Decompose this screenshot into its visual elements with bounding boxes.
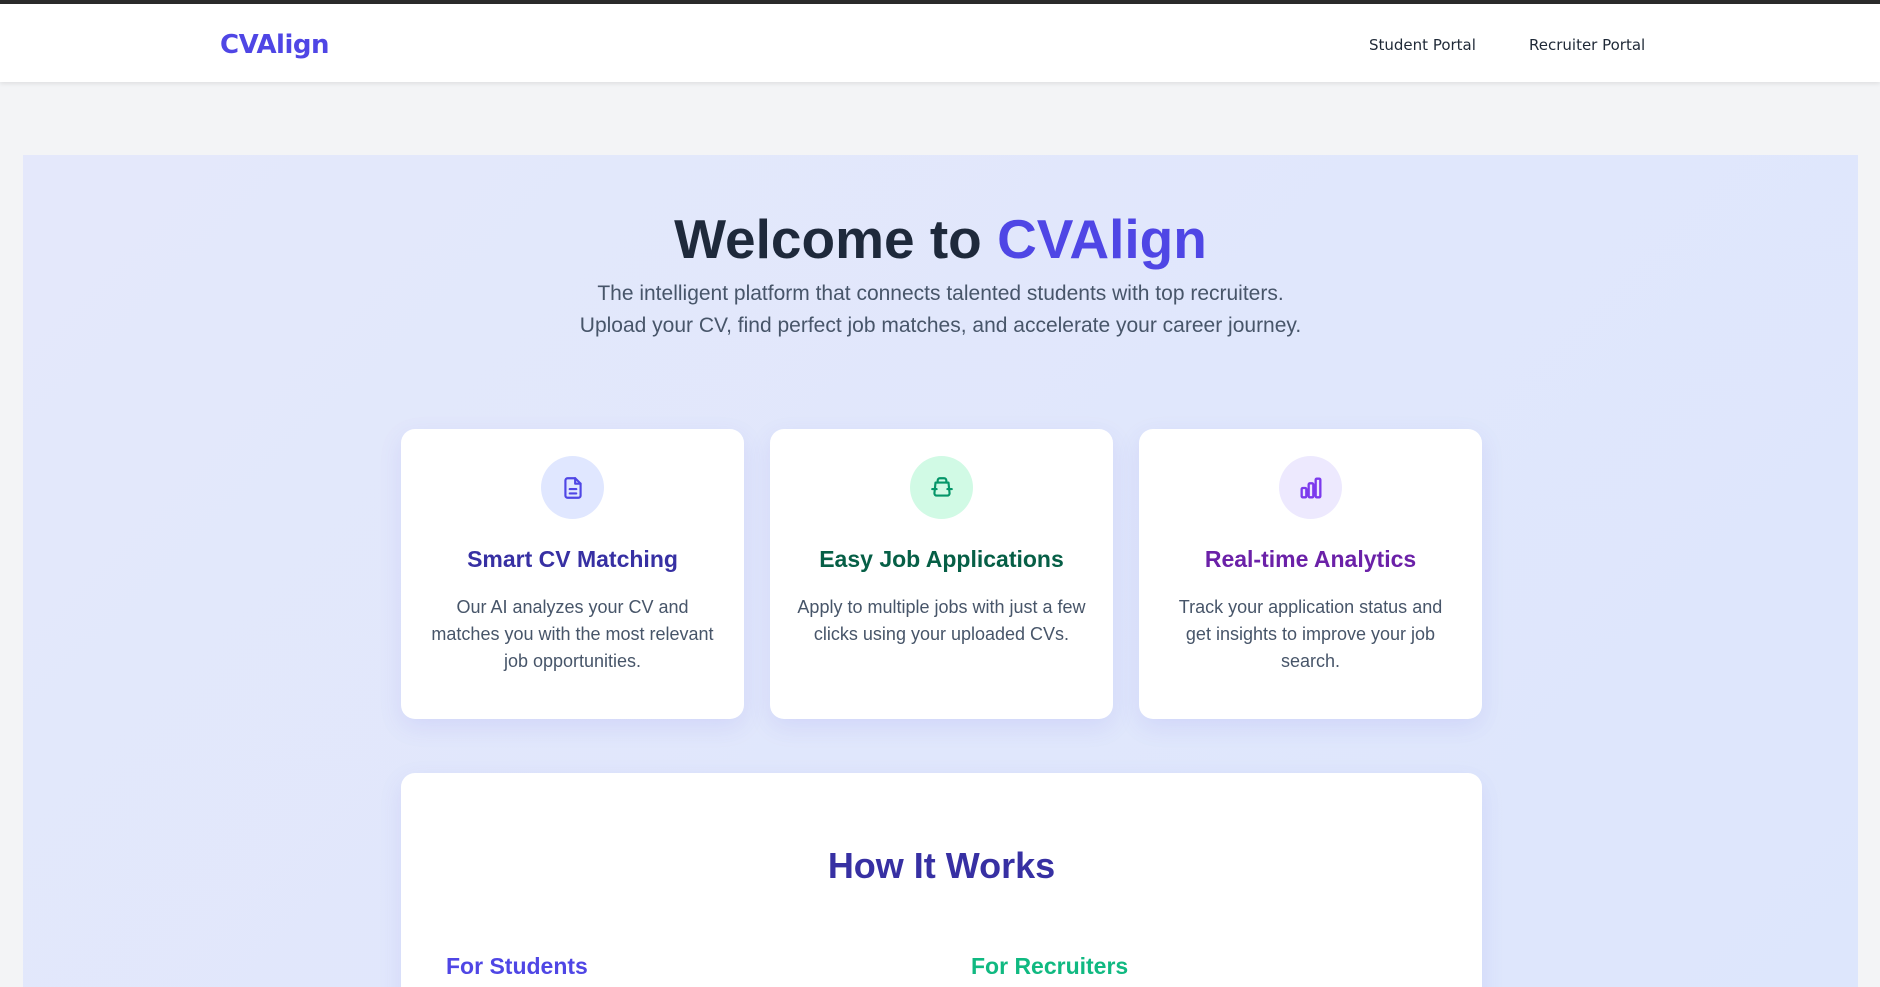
how-it-works-title: How It Works [827, 845, 1056, 886]
feature-card-easy-job-applications: Easy Job Applications Apply to multiple … [770, 429, 1113, 719]
hero-title: Welcome to CVAlign [23, 207, 1858, 271]
feature-description: Track your application status and get in… [1178, 597, 1443, 671]
nav-recruiter-portal-link[interactable]: Recruiter Portal [1529, 36, 1645, 54]
nav-student-portal-link[interactable]: Student Portal [1369, 36, 1476, 54]
for-students-heading: For Students [446, 953, 588, 979]
feature-title: Smart CV Matching [467, 546, 678, 572]
feature-title: Easy Job Applications [819, 546, 1064, 572]
hero-subtitle: The intelligent platform that connects t… [579, 282, 1302, 337]
for-recruiters-heading: For Recruiters [971, 953, 1129, 979]
navbar: CVAlign Student Portal Recruiter Portal [0, 4, 1880, 82]
bar-chart-icon [1279, 456, 1342, 519]
feature-title: Real-time Analytics [1204, 546, 1417, 572]
hero-title-prefix: Welcome to [674, 208, 998, 270]
feature-description: Apply to multiple jobs with just a few c… [797, 597, 1086, 644]
how-it-works-panel: How It Works For Students For Recruiters [401, 773, 1482, 987]
feature-card-real-time-analytics: Real-time Analytics Track your applicati… [1139, 429, 1482, 719]
hero-title-accent: CVAlign [997, 208, 1207, 270]
brand-logo[interactable]: CVAlign [220, 30, 330, 60]
briefcase-icon [910, 456, 973, 519]
hero-section: Welcome to CVAlign The intelligent platf… [23, 155, 1858, 987]
feature-card-smart-cv-matching: Smart CV Matching Our AI analyzes your C… [401, 429, 744, 719]
feature-description: Our AI analyzes your CV and matches you … [431, 597, 714, 671]
document-icon [541, 456, 604, 519]
